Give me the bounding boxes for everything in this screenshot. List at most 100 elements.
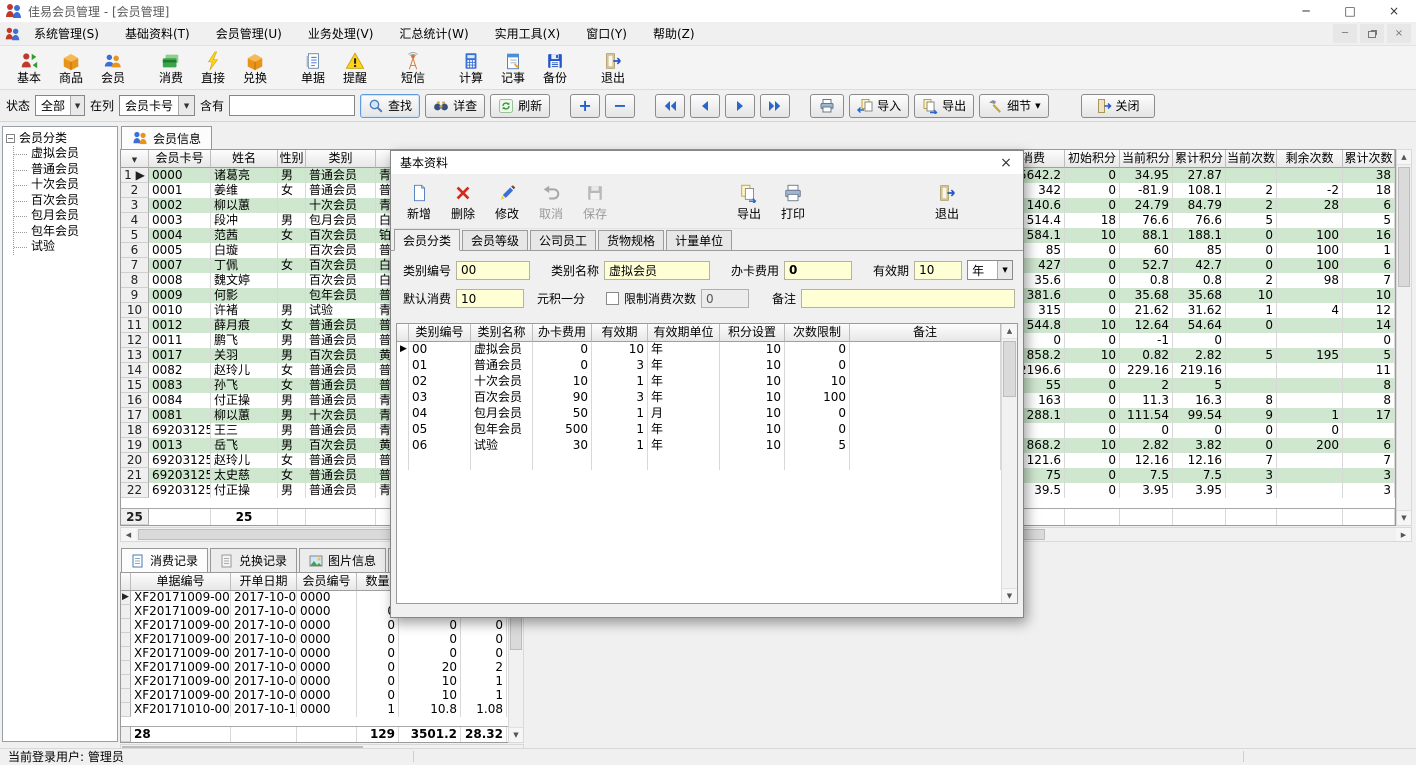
tab-member-info[interactable]: 会员信息 [121, 126, 212, 149]
category-row[interactable]: 06试验301年105 [397, 438, 1001, 454]
status-select[interactable]: 全部 ▼ [35, 95, 85, 116]
first-record-button[interactable] [655, 94, 685, 118]
menu-member[interactable]: 会员管理(U) [203, 25, 295, 42]
child-close-icon[interactable]: × [1387, 24, 1411, 43]
close-view-button[interactable]: 关闭 [1081, 94, 1155, 118]
goods-button[interactable]: 商品 [50, 48, 92, 88]
scroll-thumb[interactable] [1003, 341, 1016, 397]
col-category-code[interactable]: 类别编号 [409, 324, 471, 342]
tab-company-staff[interactable]: 公司员工 [530, 230, 596, 251]
menu-business[interactable]: 业务处理(V) [295, 25, 387, 42]
refresh-button[interactable]: 刷新 [490, 94, 550, 118]
child-restore-icon[interactable] [1360, 24, 1384, 43]
consume-record-row[interactable]: XF20171009-00072017-10-0900000101 [121, 675, 523, 689]
tab-member-category[interactable]: 会员分类 [394, 229, 460, 251]
basic-button[interactable]: 基本 [8, 48, 50, 88]
col-validity[interactable]: 有效期 [592, 324, 648, 342]
dialog-print-button[interactable]: 打印 [771, 179, 815, 225]
col-validity-unit[interactable]: 有效期单位 [648, 324, 720, 342]
consume-record-row[interactable]: XF20171009-00082017-10-0900000101 [121, 689, 523, 703]
valid-input[interactable] [914, 261, 962, 280]
col-cur-times[interactable]: 当前次数 [1226, 150, 1277, 168]
menu-statistics[interactable]: 汇总统计(W) [386, 25, 481, 42]
dialog-export-button[interactable]: 导出 [727, 179, 771, 225]
bill-button[interactable]: 单据 [292, 48, 334, 88]
menu-tools[interactable]: 实用工具(X) [482, 25, 574, 42]
tree-item[interactable]: 包年会员 [14, 224, 117, 240]
col-name[interactable]: 姓名 [211, 150, 278, 168]
tab-picture-info[interactable]: 图片信息 [299, 548, 386, 572]
calc-button[interactable]: 计算 [450, 48, 492, 88]
exchange-button[interactable]: 兑换 [234, 48, 276, 88]
menu-system[interactable]: 系统管理(S) [21, 25, 112, 42]
category-row[interactable]: 03百次会员903年10100 [397, 390, 1001, 406]
chevron-down-icon[interactable]: ▼ [70, 96, 84, 115]
col-bill-date[interactable]: 开单日期 [231, 573, 297, 591]
delete-row-button[interactable]: − [605, 94, 635, 118]
column-select[interactable]: 会员卡号 ▼ [119, 95, 195, 116]
limit-input[interactable] [701, 289, 749, 308]
tree-item[interactable]: 试验 [14, 239, 117, 255]
backup-button[interactable]: 备份 [534, 48, 576, 88]
col-times-limit[interactable]: 次数限制 [785, 324, 850, 342]
scroll-left-icon[interactable]: ◀ [121, 528, 136, 541]
col-remain-times[interactable]: 剩余次数 [1277, 150, 1343, 168]
category-row[interactable]: 02十次会员101年1010 [397, 374, 1001, 390]
tab-unit[interactable]: 计量单位 [666, 230, 732, 251]
menu-help[interactable]: 帮助(Z) [640, 25, 708, 42]
tree-item[interactable]: 虚拟会员 [14, 146, 117, 162]
member-button[interactable]: 会员 [92, 48, 134, 88]
sms-button[interactable]: 短信 [392, 48, 434, 88]
dialog-exit-button[interactable]: 退出 [925, 179, 969, 225]
dialog-delete-button[interactable]: 删除 [441, 179, 485, 225]
export-button[interactable]: 导出 [914, 94, 974, 118]
tab-exchange-records[interactable]: 兑换记录 [210, 548, 297, 572]
filter-header-cell[interactable]: ▼ [121, 150, 149, 168]
next-record-button[interactable] [725, 94, 755, 118]
scroll-up-icon[interactable]: ▲ [1002, 324, 1017, 339]
dialog-close-icon[interactable]: × [989, 155, 1023, 171]
consume-record-row[interactable]: XF20171009-00032017-10-090000000 [121, 619, 523, 633]
scroll-down-icon[interactable]: ▼ [1002, 588, 1017, 603]
tree-item[interactable]: 普通会员 [14, 162, 117, 178]
scroll-down-icon[interactable]: ▼ [509, 727, 523, 742]
col-total-points[interactable]: 累计积分 [1173, 150, 1226, 168]
tab-consume-records[interactable]: 消费记录 [121, 548, 208, 572]
col-bill-no[interactable]: 单据编号 [131, 573, 231, 591]
scroll-down-icon[interactable]: ▼ [1397, 510, 1411, 525]
category-row[interactable]: 05包年会员5001年100 [397, 422, 1001, 438]
window-maximize-icon[interactable]: □ [1328, 0, 1372, 22]
valid-unit-select[interactable]: 年 ▼ [967, 260, 1013, 280]
prev-record-button[interactable] [690, 94, 720, 118]
tree-root[interactable]: − 会员分类 [6, 130, 117, 146]
inspect-button[interactable]: 详查 [425, 94, 485, 118]
scroll-right-icon[interactable]: ▶ [1396, 528, 1411, 541]
note-button[interactable]: 记事 [492, 48, 534, 88]
col-remark[interactable]: 备注 [850, 324, 1001, 342]
col-member-no[interactable]: 会员编号 [297, 573, 357, 591]
name-input[interactable] [604, 261, 710, 280]
scroll-up-icon[interactable]: ▲ [1397, 150, 1411, 165]
col-cur-points[interactable]: 当前积分 [1120, 150, 1173, 168]
add-row-button[interactable]: + [570, 94, 600, 118]
window-minimize-icon[interactable]: ─ [1284, 0, 1328, 22]
tree-item[interactable]: 包月会员 [14, 208, 117, 224]
col-total-times[interactable]: 累计次数 [1343, 150, 1395, 168]
fee-input[interactable] [784, 261, 852, 280]
col-category-name[interactable]: 类别名称 [471, 324, 533, 342]
print-button[interactable] [810, 94, 844, 118]
member-table-vscrollbar[interactable]: ▲ ▼ [1396, 149, 1412, 526]
remark-input[interactable] [801, 289, 1015, 308]
find-button[interactable]: 查找 [360, 94, 420, 118]
col-gender[interactable]: 性别 [278, 150, 306, 168]
remind-button[interactable]: 提醒 [334, 48, 376, 88]
dialog-modify-button[interactable]: 修改 [485, 179, 529, 225]
col-point-setting[interactable]: 积分设置 [720, 324, 785, 342]
consume-record-row[interactable]: XF20171009-00052017-10-090000000 [121, 647, 523, 661]
import-button[interactable]: 导入 [849, 94, 909, 118]
window-close-icon[interactable]: × [1372, 0, 1416, 22]
chevron-down-icon[interactable]: ▼ [997, 261, 1012, 279]
consume-record-row[interactable]: XF20171009-00062017-10-0900000202 [121, 661, 523, 675]
last-record-button[interactable] [760, 94, 790, 118]
detail-button[interactable]: 细节 ▼ [979, 94, 1048, 118]
